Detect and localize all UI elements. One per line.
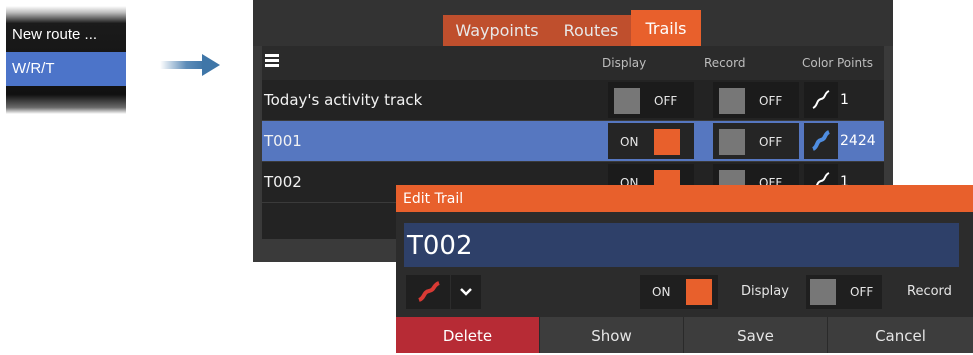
menu-icon[interactable] <box>265 54 279 68</box>
show-button[interactable]: Show <box>539 317 683 353</box>
header-record: Record <box>704 56 746 70</box>
color-cell[interactable] <box>804 82 838 118</box>
color-picker[interactable] <box>406 275 450 309</box>
arrow-right-icon <box>160 54 220 76</box>
dialog-title: Edit Trail <box>403 191 464 207</box>
trail-name-input[interactable]: T002 <box>404 223 959 267</box>
table-row-selected[interactable]: T001 ON OFF 2424 <box>262 121 884 161</box>
trail-name-value: T002 <box>407 231 473 261</box>
dialog-record-toggle[interactable]: OFF <box>806 275 882 309</box>
display-toggle[interactable]: OFF <box>608 82 694 118</box>
record-label: Record <box>907 284 952 299</box>
tab-waypoints[interactable]: Waypoints <box>443 15 551 46</box>
dialog-display-toggle[interactable]: ON <box>640 275 718 309</box>
trail-name: T002 <box>264 173 302 191</box>
trail-blue-icon <box>812 130 830 151</box>
color-dropdown[interactable] <box>451 275 481 309</box>
menu-item-wrt[interactable]: W/R/T <box>6 52 126 86</box>
display-label: Display <box>741 284 789 299</box>
header-points: Points <box>837 56 874 70</box>
toggle-state: OFF <box>850 285 874 299</box>
toggle-knob <box>654 129 680 155</box>
cancel-button[interactable]: Cancel <box>827 317 973 353</box>
toggle-knob <box>810 279 836 305</box>
toggle-state: ON <box>652 285 671 299</box>
context-menu: New route ... W/R/T <box>6 6 126 114</box>
tab-bar: Waypoints Routes Trails <box>253 0 893 46</box>
dialog-controls: ON Display OFF Record <box>396 275 973 311</box>
delete-button[interactable]: Delete <box>396 317 539 353</box>
dialog-actions: Delete Show Save Cancel <box>396 317 973 353</box>
trail-red-icon <box>418 281 440 302</box>
dialog-title-bar: Edit Trail <box>396 185 973 212</box>
points-value: 2424 <box>840 133 876 149</box>
toggle-state: OFF <box>759 135 783 149</box>
trail-name: Today's activity track <box>264 91 423 109</box>
toggle-knob <box>719 129 745 155</box>
color-cell[interactable] <box>804 123 838 159</box>
chevron-down-icon <box>460 288 472 296</box>
header-color: Color <box>802 56 834 70</box>
record-toggle[interactable]: OFF <box>713 82 799 118</box>
toggle-knob <box>686 279 712 305</box>
header-display: Display <box>602 56 647 70</box>
tab-routes[interactable]: Routes <box>551 15 631 46</box>
record-toggle[interactable]: OFF <box>713 123 799 159</box>
toggle-knob <box>719 88 745 114</box>
display-toggle[interactable]: ON <box>608 123 694 159</box>
toggle-knob <box>614 88 640 114</box>
table-header: Display Record Color Points <box>262 46 884 80</box>
toggle-state: ON <box>620 135 639 149</box>
edit-trail-dialog: Edit Trail T002 ON Display OFF Record De… <box>396 185 973 353</box>
toggle-state: OFF <box>654 94 678 108</box>
save-button[interactable]: Save <box>683 317 827 353</box>
trail-name: T001 <box>264 132 302 150</box>
table-row[interactable]: Today's activity track OFF OFF 1 <box>262 80 884 120</box>
points-value: 1 <box>840 92 849 108</box>
menu-item-new-route[interactable]: New route ... <box>6 18 126 52</box>
tab-trails[interactable]: Trails <box>631 10 701 46</box>
trail-white-icon <box>812 90 830 109</box>
toggle-state: OFF <box>759 94 783 108</box>
